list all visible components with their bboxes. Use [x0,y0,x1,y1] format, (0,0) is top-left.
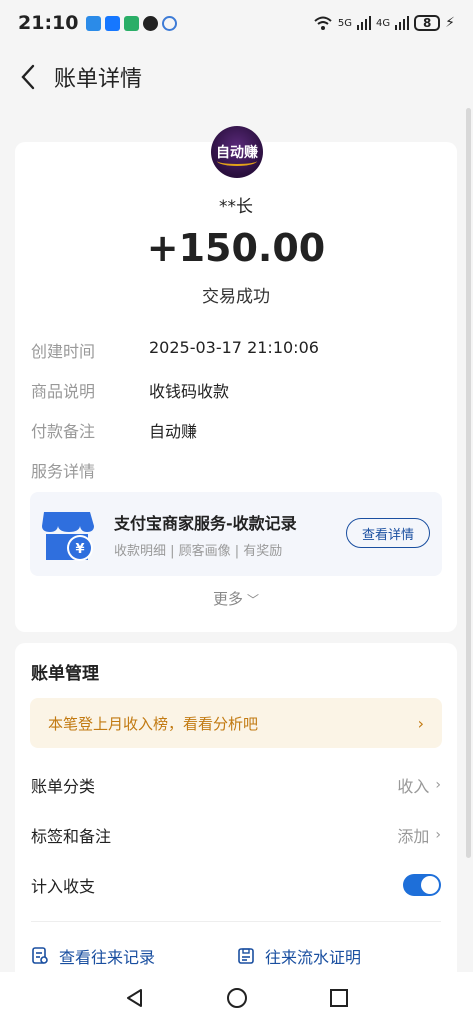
bill-management-card: 账单管理 本笔登上月收入榜，看看分析吧 › 账单分类 收入 › 标签和备注 添加… [15,643,457,983]
section-title: 账单管理 [31,664,99,684]
row-value: 收入 › [397,773,441,797]
notification-icons [86,15,178,31]
detail-value: 2025-03-17 21:10:06 [149,338,319,357]
system-nav-bar [0,972,473,1024]
more-toggle[interactable]: 更多 ﹀ [15,588,457,609]
avatar[interactable]: 自动赚 [211,126,263,178]
view-details-button[interactable]: 查看详情 [346,518,430,548]
qq-notification-icon [143,15,159,31]
income-ranking-banner[interactable]: 本笔登上月收入榜，看看分析吧 › [30,698,442,748]
transaction-amount: +150.00 [146,226,326,270]
status-bar: 21:10 5G 4G 8 ⚡ [0,0,473,46]
signal-icon-2 [395,16,410,30]
wechat-notification-icon [124,15,140,31]
detail-label: 商品说明 [31,382,96,401]
more-label: 更多 [212,590,243,608]
link-label: 查看往来记录 [59,948,156,967]
service-title: 支付宝商家服务-收款记录 [114,514,297,533]
chat-notification-icon [162,15,178,31]
app-notification-icon [86,15,102,31]
signal-icon [357,16,372,30]
network-4g-label: 4G [376,17,391,29]
row-label: 计入收支 [31,877,96,896]
avatar-ring [217,156,257,166]
detail-label: 付款备注 [31,422,96,441]
status-right: 5G 4G 8 ⚡ [313,15,455,31]
count-in-balance-row: 计入收支 [31,871,441,899]
status-time: 21:10 [18,12,79,34]
battery-icon: 8 [414,15,441,31]
chevron-right-icon: › [435,777,441,793]
network-5g-label: 5G [337,17,353,29]
chevron-left-icon [21,64,35,90]
row-value-text: 收入 [397,777,430,796]
chevron-down-icon: ﹀ [247,593,260,607]
transaction-status: 交易成功 [202,287,270,307]
svg-text:¥: ¥ [75,542,84,557]
payer-name: **长 [219,197,253,217]
transaction-card: 自动赚 **长 +150.00 交易成功 创建时间 2025-03-17 21:… [15,126,457,632]
detail-value: 自动赚 [149,422,198,441]
detail-label: 服务详情 [31,462,96,481]
chevron-right-icon: › [417,713,424,733]
record-icon [32,947,48,964]
row-value: 添加 › [397,823,441,847]
tags-remarks-row[interactable]: 标签和备注 添加 › [31,821,441,849]
row-label: 标签和备注 [31,827,112,846]
back-button[interactable] [14,57,42,97]
nav-home-icon[interactable] [226,987,248,1009]
certificate-icon [238,948,254,964]
nav-back-icon[interactable] [124,987,146,1009]
detail-row-remark: 付款备注 自动赚 [31,418,441,442]
view-records-link[interactable]: 查看往来记录 [31,943,155,969]
row-label: 账单分类 [31,777,96,796]
chevron-right-icon: › [435,827,441,843]
toggle-knob [421,876,439,894]
row-value-text: 添加 [397,827,430,846]
page-title: 账单详情 [54,67,143,92]
shop-icon: ¥ [42,512,94,561]
scrollbar[interactable] [466,108,471,858]
service-subtitle: 收款明细 | 顾客画像 | 有奖励 [114,544,283,559]
detail-row-created-time: 创建时间 2025-03-17 21:10:06 [31,338,441,362]
nav-recents-icon[interactable] [328,987,350,1009]
alipay-notification-icon [105,15,121,31]
transaction-proof-link[interactable]: 往来流水证明 [237,943,361,969]
count-in-balance-toggle[interactable] [403,874,441,896]
detail-row-service: 服务详情 [31,458,441,482]
banner-text: 本笔登上月收入榜，看看分析吧 [48,714,259,733]
charging-icon: ⚡ [445,15,455,31]
detail-row-product: 商品说明 收钱码收款 [31,378,441,402]
detail-label: 创建时间 [31,342,96,361]
wifi-icon [314,16,332,30]
page-header: 账单详情 [0,46,473,108]
link-label: 往来流水证明 [265,948,362,967]
detail-value: 收钱码收款 [149,382,230,401]
bill-category-row[interactable]: 账单分类 收入 › [31,771,441,799]
merchant-service-box[interactable]: ¥ 支付宝商家服务-收款记录 收款明细 | 顾客画像 | 有奖励 查看详情 [30,492,442,576]
divider [31,921,441,922]
